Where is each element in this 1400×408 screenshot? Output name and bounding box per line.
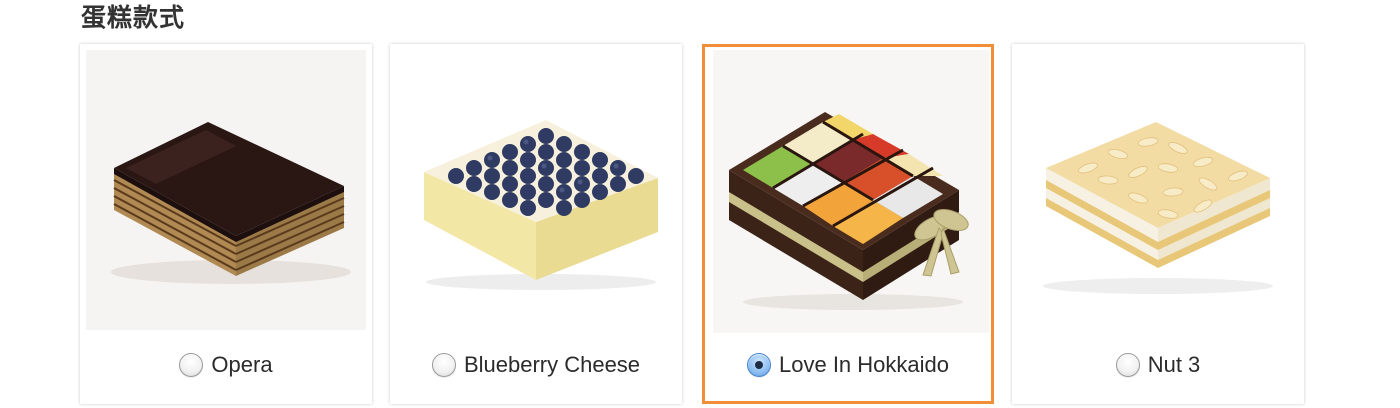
option-label-row[interactable]: Opera <box>80 350 372 380</box>
radio-button[interactable] <box>431 353 456 377</box>
cake-option-love-in-hokkaido[interactable]: Love In Hokkaido <box>702 44 994 404</box>
radio-dot-icon <box>755 361 763 369</box>
option-label: Opera <box>211 352 273 377</box>
option-label-row[interactable]: Blueberry Cheese <box>390 350 682 380</box>
section-title: 蛋糕款式 <box>81 3 186 32</box>
radio-button-checked[interactable] <box>747 353 771 377</box>
cake-option-nut-3[interactable]: Nut 3 <box>1012 44 1304 404</box>
blueberry-cheese-cake-photo <box>396 50 676 330</box>
cake-option-blueberry-cheese[interactable]: Blueberry Cheese <box>390 44 682 404</box>
love-in-hokkaido-cake-photo <box>713 50 989 333</box>
radio-button[interactable] <box>1115 353 1140 377</box>
option-label: Blueberry Cheese <box>463 352 641 377</box>
radio-button[interactable] <box>179 353 204 377</box>
option-label-row[interactable]: Nut 3 <box>1012 350 1304 380</box>
nut-3-cake-photo <box>1018 50 1298 330</box>
cake-option-opera[interactable]: Opera <box>80 44 372 404</box>
opera-cake-photo <box>86 50 366 330</box>
option-label: Love In Hokkaido <box>779 352 949 377</box>
option-label: Nut 3 <box>1147 352 1201 377</box>
option-label-row[interactable]: Love In Hokkaido <box>705 350 991 380</box>
